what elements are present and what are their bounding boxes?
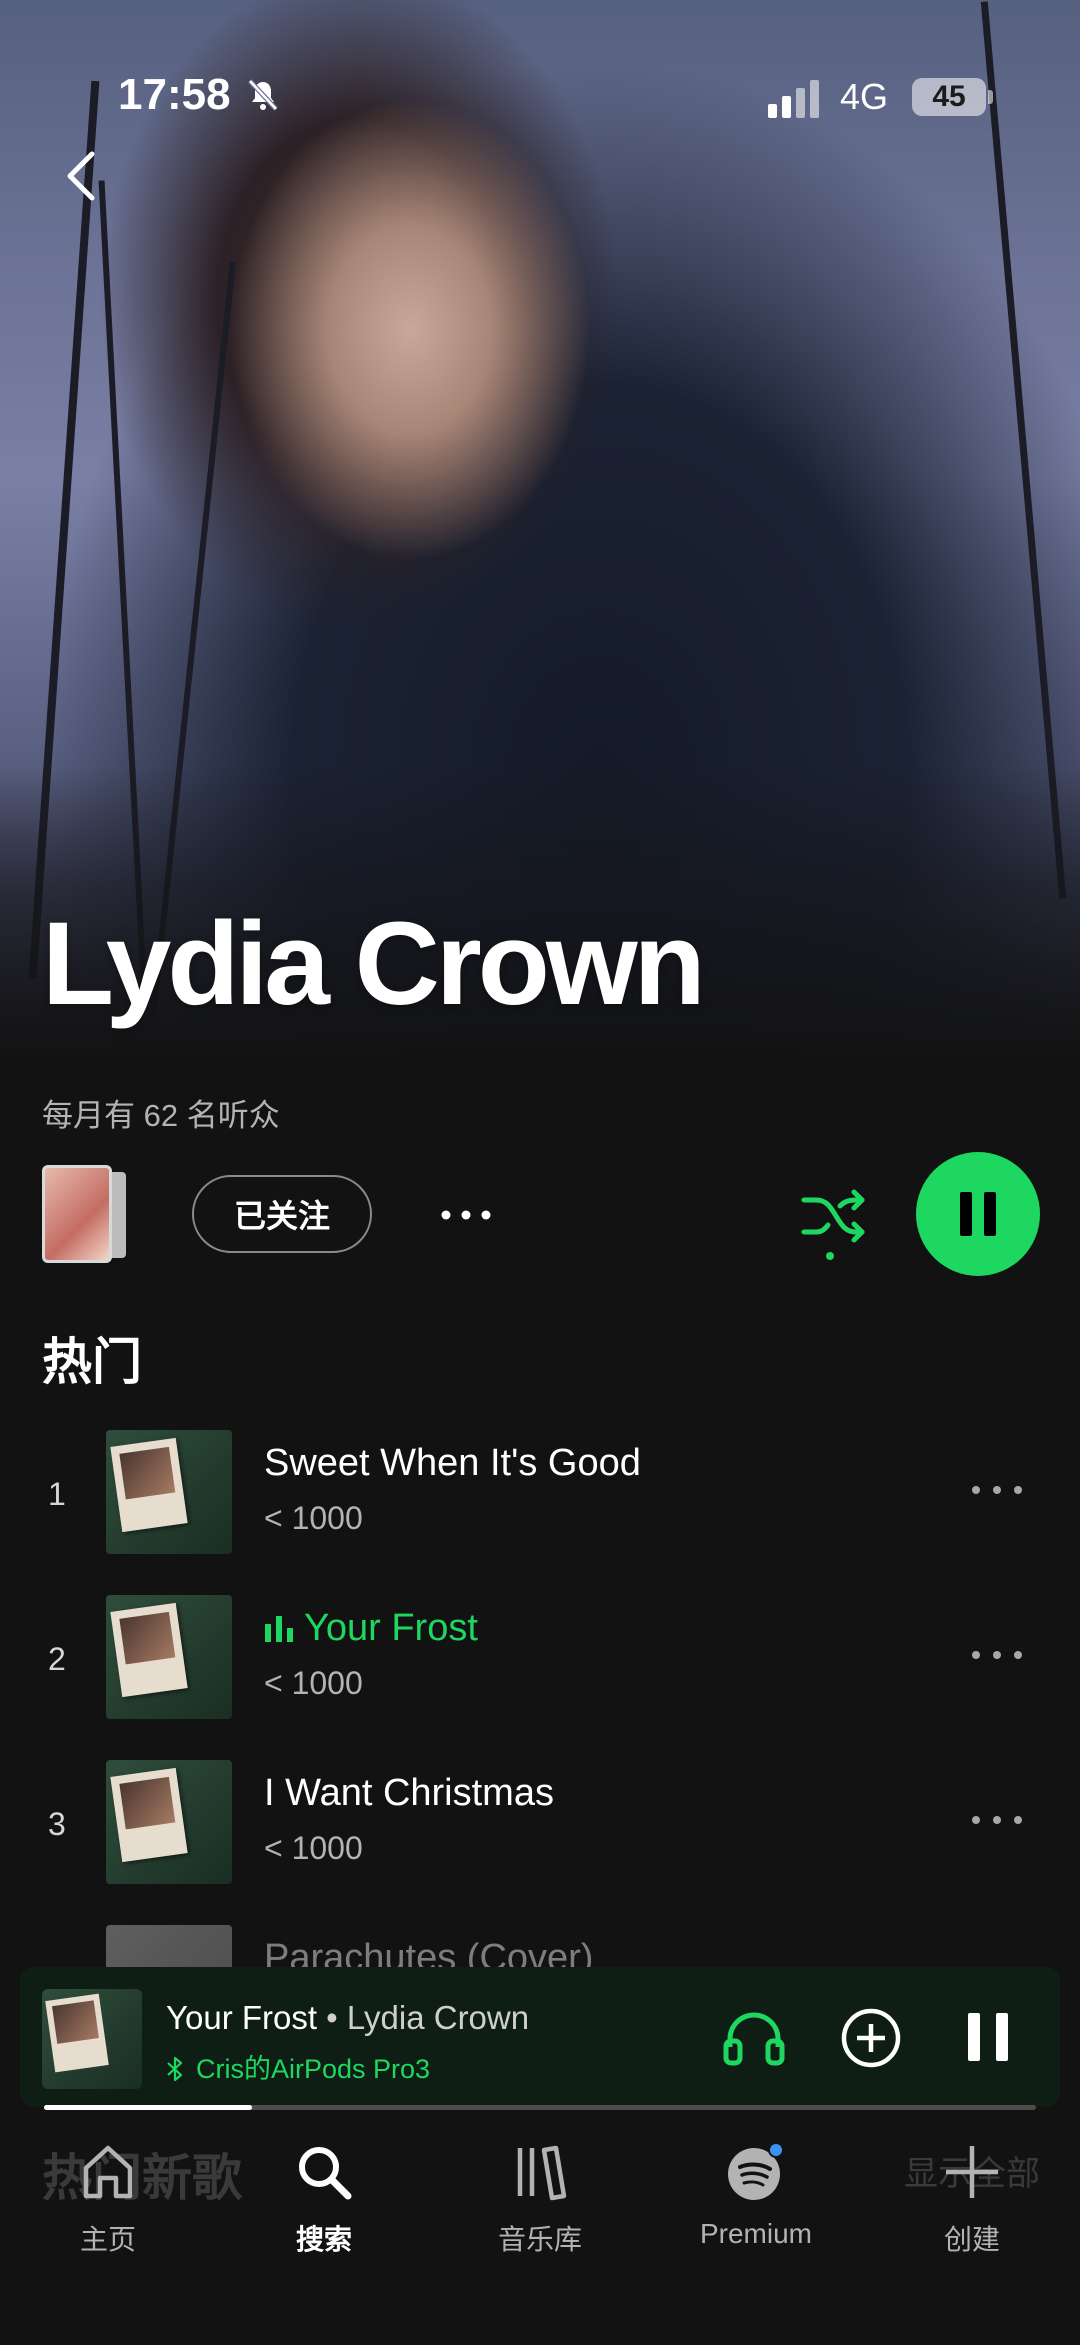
track-cover [106, 1595, 232, 1719]
track-row[interactable]: 1 Sweet When It's Good < 1000 [0, 1430, 1080, 1560]
plus-icon [946, 2146, 998, 2198]
now-playing-cover [42, 1989, 142, 2089]
nav-search[interactable]: 搜索 [234, 2140, 414, 2258]
device-name: Cris的AirPods Pro3 [196, 2054, 431, 2084]
spotify-icon [728, 2142, 784, 2200]
nav-label: 音乐库 [497, 2224, 582, 2255]
nav-label: 创建 [943, 2224, 1000, 2255]
connected-device[interactable]: Cris的AirPods Pro3 [166, 2047, 430, 2086]
track-title: I Want Christmas [264, 1772, 554, 1814]
now-playing-artist: Lydia Crown [346, 1999, 530, 2036]
track-cover [106, 1760, 232, 1884]
pause-icon [960, 1192, 996, 1236]
track-cover [106, 1430, 232, 1554]
nav-home[interactable]: 主页 [18, 2140, 198, 2258]
bottom-navigation: 热门新歌 显示全部 主页 搜索 音乐库 Premium [0, 2110, 1080, 2345]
track-number: 1 [48, 1476, 66, 1512]
track-title-playing: Your Frost [264, 1607, 478, 1650]
now-playing-separator: • [317, 1999, 347, 2036]
release-cover[interactable] [42, 1165, 112, 1263]
tree-silhouette [980, 1, 1067, 899]
track-plays: < 1000 [264, 1830, 363, 1866]
follow-button[interactable]: 已关注 [192, 1175, 372, 1253]
network-type: 4G [840, 76, 889, 117]
monthly-listeners: 每月有 62 名听众 [42, 1098, 280, 1133]
bell-off-icon [248, 79, 278, 111]
battery-nub [988, 90, 993, 104]
signal-icon [768, 80, 819, 118]
nav-premium[interactable]: Premium [666, 2140, 846, 2250]
equalizer-icon [265, 1616, 293, 1642]
now-playing-title: Your Frost [166, 1999, 318, 2036]
track-row[interactable]: 3 I Want Christmas < 1000 [0, 1760, 1080, 1890]
nav-label: Premium [699, 2218, 812, 2249]
battery-icon: 45 [912, 78, 986, 116]
track-title: Your Frost [304, 1607, 478, 1649]
track-title: Sweet When It's Good [264, 1442, 641, 1484]
popular-section-title: 热门 [42, 1334, 142, 1390]
nav-library[interactable]: 音乐库 [450, 2140, 630, 2258]
play-pause-button[interactable] [916, 1152, 1040, 1276]
headphones-icon[interactable] [722, 2007, 786, 2067]
track-more-icon[interactable] [970, 1643, 1024, 1667]
bluetooth-icon [167, 2056, 183, 2082]
library-icon [517, 2145, 567, 2201]
home-icon [83, 2145, 133, 2199]
nav-label: 主页 [79, 2224, 136, 2255]
search-icon [299, 2147, 352, 2200]
nav-create[interactable]: 创建 [882, 2140, 1062, 2258]
track-plays: < 1000 [264, 1500, 363, 1536]
shuffle-icon[interactable] [800, 1184, 868, 1264]
back-button[interactable] [56, 148, 106, 204]
track-number: 3 [48, 1806, 66, 1842]
nav-label: 搜索 [295, 2224, 352, 2255]
track-row[interactable]: 2 Your Frost < 1000 [0, 1595, 1080, 1725]
track-more-icon[interactable] [970, 1808, 1024, 1832]
now-playing-info: Your Frost • Lydia Crown [166, 1999, 529, 2037]
status-time: 17:58 [118, 70, 231, 119]
mini-pause-icon[interactable] [960, 2009, 1016, 2065]
now-playing-bar[interactable]: Your Frost • Lydia Crown Cris的AirPods Pr… [20, 1967, 1060, 2107]
track-more-icon[interactable] [970, 1478, 1024, 1502]
add-to-library-icon[interactable] [840, 2007, 902, 2069]
artist-name: Lydia Crown [42, 898, 706, 1030]
track-number: 2 [48, 1641, 66, 1677]
track-plays: < 1000 [264, 1665, 363, 1701]
more-options-icon[interactable] [436, 1190, 496, 1240]
